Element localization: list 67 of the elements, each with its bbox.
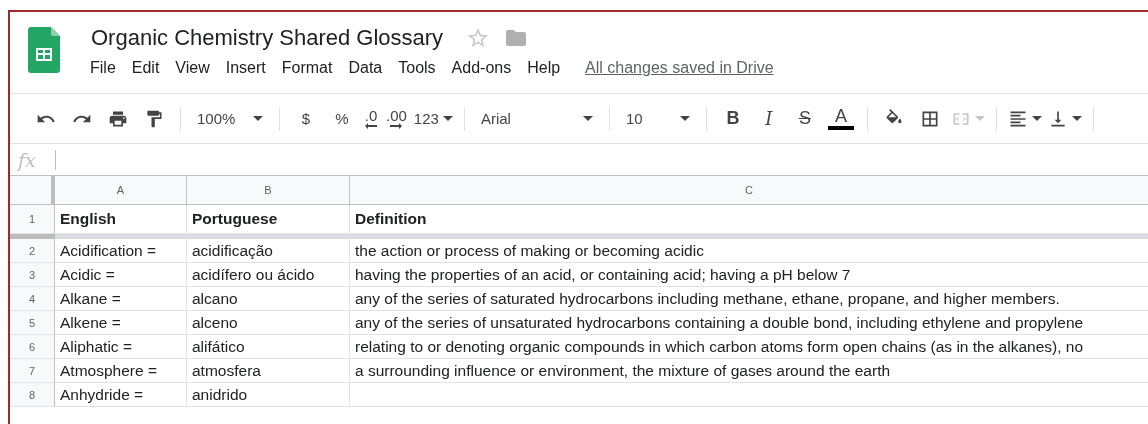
bold-button[interactable]: B: [714, 104, 751, 133]
table-cell: Anhydride =: [55, 383, 187, 407]
left-arrow-icon: [364, 123, 378, 129]
table-cell: alcano: [187, 287, 350, 311]
caret-icon: [1031, 116, 1042, 121]
zoom-dropdown[interactable]: 100%: [189, 104, 271, 133]
menu-item[interactable]: View: [167, 57, 218, 79]
row-number[interactable]: 1: [10, 205, 55, 234]
percent-button[interactable]: %: [324, 104, 360, 133]
currency-button[interactable]: $: [288, 104, 324, 133]
menu-item[interactable]: Data: [340, 57, 391, 79]
document-title[interactable]: Organic Chemistry Shared Glossary: [82, 24, 453, 52]
caret-icon: [442, 116, 453, 121]
strikethrough-button[interactable]: S: [786, 104, 823, 133]
caret-icon: [974, 116, 985, 121]
row-number[interactable]: 4: [10, 287, 55, 311]
font-size-dropdown[interactable]: 10: [617, 104, 698, 133]
menu-item[interactable]: Help: [519, 57, 569, 79]
table-cell: Atmosphere =: [55, 359, 187, 383]
menu-item[interactable]: Insert: [217, 57, 274, 79]
decrease-decimal-button[interactable]: .0: [360, 104, 382, 133]
menu-item[interactable]: File: [82, 57, 124, 79]
caret-icon: [1071, 116, 1082, 121]
table-cell: Acidic =: [55, 263, 187, 287]
more-formats-button[interactable]: 123: [410, 104, 456, 133]
table-cell: acidífero ou ácido: [187, 263, 350, 287]
column-header[interactable]: C: [350, 176, 1148, 205]
table-cell: the action or process of making or becoming acidic: [350, 239, 1148, 263]
table-cell: alifático: [187, 335, 350, 359]
right-arrow-icon: [389, 123, 404, 129]
menu-item[interactable]: Add-ons: [443, 57, 520, 79]
increase-decimal-button[interactable]: .00: [382, 104, 411, 133]
column-header[interactable]: A: [55, 176, 187, 205]
table-cell: Aliphatic =: [55, 335, 187, 359]
star-icon[interactable]: [466, 26, 491, 50]
table-cell: alceno: [187, 311, 350, 335]
row-number[interactable]: 2: [10, 239, 55, 263]
table-cell: Alkane =: [55, 287, 187, 311]
table-cell: Acidification =: [55, 239, 187, 263]
row-number[interactable]: 8: [10, 383, 55, 407]
row-number[interactable]: 7: [10, 359, 55, 383]
table-cell: Alkene =: [55, 311, 187, 335]
table-cell: relating to or denoting organic compounds in which carbon atoms form open chains (as in the alkanes), no: [350, 335, 1148, 359]
row-number[interactable]: 5: [10, 311, 55, 335]
menu-item[interactable]: Format: [273, 57, 341, 79]
text-color-button[interactable]: A: [822, 107, 859, 130]
save-status-link[interactable]: All changes saved in Drive: [585, 59, 774, 77]
menu-item[interactable]: Edit: [123, 57, 168, 79]
paint-roller-icon: [144, 108, 164, 129]
row-number[interactable]: 6: [10, 335, 55, 359]
table-cell: having the properties of an acid, or containing acid; having a pH below 7: [350, 263, 1148, 287]
table-cell: acidificação: [187, 239, 350, 263]
caret-icon: [253, 116, 263, 121]
caret-icon: [679, 116, 690, 121]
font-dropdown[interactable]: Arial: [472, 104, 601, 133]
table-cell: any of the series of unsaturated hydrocarbons containing a double bond, including ethylene and propylene: [350, 311, 1148, 335]
row-number[interactable]: 3: [10, 263, 55, 287]
italic-button[interactable]: I: [750, 104, 787, 133]
menu-item[interactable]: Tools: [390, 57, 444, 79]
formula-label: fx: [16, 148, 37, 171]
table-cell: a surrounding influence or environment, the mixture of gases around the earth: [350, 359, 1148, 383]
table-cell: any of the series of saturated hydrocarbons including methane, ethane, propane, and higher members.: [350, 287, 1148, 311]
column-header[interactable]: B: [187, 176, 350, 205]
spreadsheet-logo-icon: [28, 27, 60, 73]
table-cell: anidrido: [187, 383, 350, 407]
table-cell: atmosfera: [187, 359, 350, 383]
caret-icon: [582, 116, 593, 121]
